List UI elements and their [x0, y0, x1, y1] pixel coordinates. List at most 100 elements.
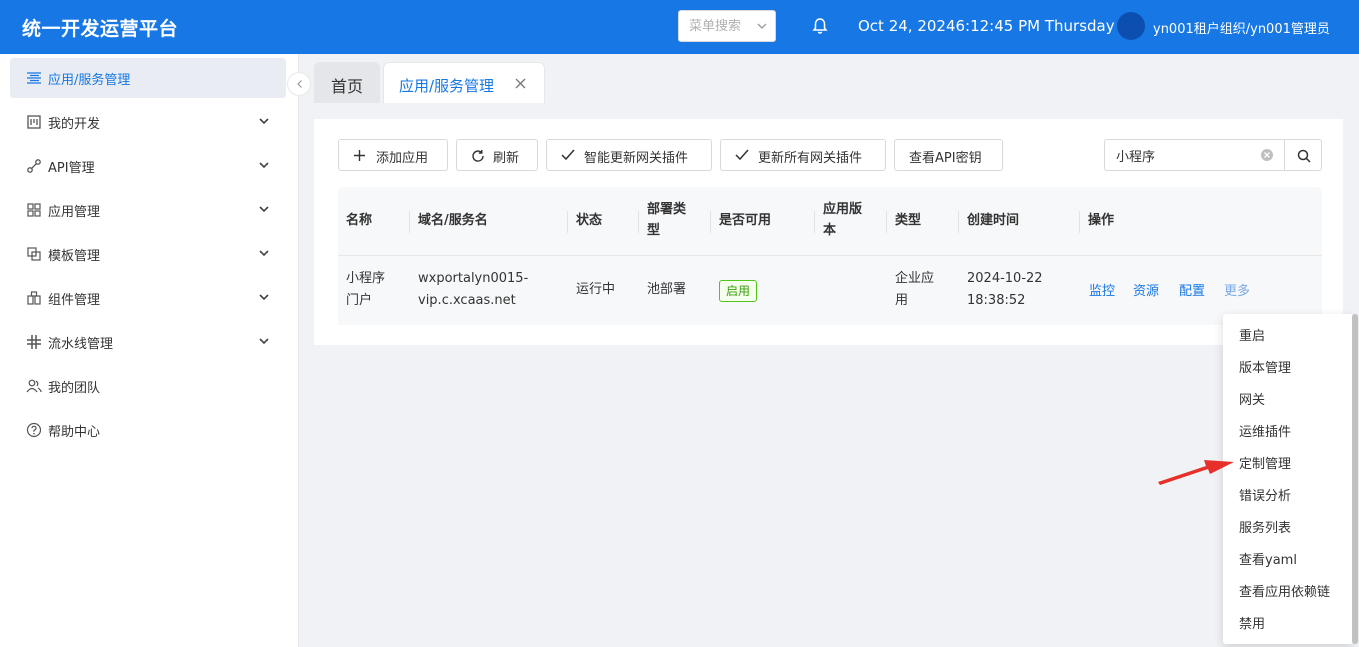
refresh-icon — [472, 150, 484, 162]
bell-icon[interactable] — [812, 17, 828, 35]
add-app-label: 添加应用 — [376, 151, 429, 166]
sidebar-item-label: 我的团队 — [48, 381, 101, 396]
check-icon — [561, 149, 575, 161]
chevron-down-icon — [259, 206, 269, 213]
menu-item-view-yaml[interactable]: 查看yaml — [1239, 549, 1297, 568]
sidebar-item-app-mgmt[interactable]: 应用管理 — [10, 190, 286, 230]
sidebar-item-help[interactable]: 帮助中心 — [10, 410, 286, 450]
tab-home[interactable]: 首页 — [314, 62, 380, 103]
scrollbar[interactable] — [1352, 314, 1358, 644]
chevron-left-icon — [297, 80, 302, 88]
menu-item-restart[interactable]: 重启 — [1239, 325, 1265, 344]
resource-link[interactable]: 资源 — [1133, 280, 1159, 299]
search-button[interactable] — [1284, 139, 1322, 171]
menu-item-version-mgmt[interactable]: 版本管理 — [1239, 357, 1291, 376]
menu-item-ops-plugin[interactable]: 运维插件 — [1239, 421, 1291, 440]
tab-app-service[interactable]: 应用/服务管理 — [383, 62, 545, 103]
apps-table: 名称 域名/服务名 状态 部署类型 是否可用 应用版本 类型 创建时间 操作 小… — [338, 187, 1322, 325]
menu-item-custom-mgmt[interactable]: 定制管理 — [1239, 453, 1291, 472]
chevron-down-icon — [757, 23, 767, 29]
col-header-created: 创建时间 — [967, 213, 1020, 228]
sidebar-item-api[interactable]: API管理 — [10, 146, 286, 186]
menu-search-input[interactable] — [679, 11, 757, 41]
sidebar-item-component[interactable]: 组件管理 — [10, 278, 286, 318]
column-divider — [710, 211, 711, 233]
api-key-label: 查看API密钥 — [909, 151, 982, 166]
cell-created-time: 18:38:52 — [967, 293, 1026, 308]
cell-domain-line2: vip.c.xcaas.net — [418, 293, 516, 308]
col-header-version: 应用版本 — [823, 202, 863, 238]
menu-item-service-list[interactable]: 服务列表 — [1239, 517, 1291, 536]
more-actions-menu: 重启 版本管理 网关 运维插件 定制管理 错误分析 服务列表 查看yaml 查看… — [1223, 314, 1353, 644]
sidebar-item-label: 流水线管理 — [48, 337, 114, 352]
sidebar-item-label: 我的开发 — [48, 117, 101, 132]
col-header-ops: 操作 — [1088, 213, 1115, 228]
add-app-button[interactable]: 添加应用 — [338, 139, 448, 171]
menu-search-select[interactable] — [678, 10, 776, 42]
sidebar-item-my-dev[interactable]: 我的开发 — [10, 102, 286, 142]
menu-item-disable[interactable]: 禁用 — [1239, 613, 1265, 632]
dev-icon — [27, 115, 41, 129]
table-header: 名称 域名/服务名 状态 部署类型 是否可用 应用版本 类型 创建时间 操作 — [338, 187, 1322, 255]
user-account[interactable]: yn001租户组织/yn001管理员 — [1153, 18, 1330, 37]
monitor-link[interactable]: 监控 — [1089, 280, 1115, 299]
table-row: 小程序门户 wxportalyn0015- vip.c.xcaas.net 运行… — [338, 255, 1322, 325]
sidebar-item-pipeline[interactable]: 流水线管理 — [10, 322, 286, 362]
check-icon — [735, 149, 749, 161]
chevron-down-icon — [259, 118, 269, 125]
smart-update-label: 智能更新网关插件 — [584, 151, 689, 166]
column-divider — [1079, 211, 1080, 233]
menu-item-error-analysis[interactable]: 错误分析 — [1239, 485, 1291, 504]
pipeline-icon — [27, 335, 41, 349]
config-link[interactable]: 配置 — [1179, 280, 1205, 299]
cell-name: 小程序门户 — [346, 271, 386, 308]
cell-type: 企业应用 — [895, 271, 935, 308]
update-all-label: 更新所有网关插件 — [758, 151, 863, 166]
template-icon — [27, 247, 41, 261]
search-field[interactable] — [1104, 139, 1285, 171]
column-divider — [567, 211, 568, 233]
smart-update-plugin-button[interactable]: 智能更新网关插件 — [546, 139, 712, 171]
cell-created-date: 2024-10-22 — [967, 271, 1043, 286]
column-divider — [814, 211, 815, 233]
view-api-key-button[interactable]: 查看API密钥 — [894, 139, 1003, 171]
close-icon[interactable] — [515, 78, 526, 89]
list-icon — [27, 72, 41, 84]
grid-icon — [27, 203, 41, 217]
sidebar-item-team[interactable]: 我的团队 — [10, 366, 286, 406]
clear-icon[interactable] — [1260, 148, 1274, 162]
col-header-deploy-type: 部署类型 — [647, 202, 687, 238]
menu-item-gateway[interactable]: 网关 — [1239, 389, 1265, 408]
sidebar-item-label: 帮助中心 — [48, 425, 101, 440]
search-icon — [1297, 149, 1311, 163]
chevron-down-icon — [259, 250, 269, 257]
sidebar-item-label: 组件管理 — [48, 293, 101, 308]
chevron-down-icon — [259, 338, 269, 345]
sidebar-collapse-button[interactable] — [287, 72, 311, 96]
cell-status: 运行中 — [576, 282, 616, 297]
chevron-down-icon — [259, 162, 269, 169]
sidebar-item-label: 应用/服务管理 — [48, 73, 131, 88]
cell-domain-line1: wxportalyn0015- — [418, 271, 529, 286]
team-icon — [26, 379, 42, 393]
more-link[interactable]: 更多 — [1224, 280, 1250, 299]
search-input[interactable] — [1105, 140, 1255, 170]
avatar[interactable] — [1117, 12, 1145, 40]
brand-title: 统一开发运营平台 — [22, 18, 179, 40]
top-header: 统一开发运营平台 Oct 24, 20246:12:45 PM Thursday… — [0, 0, 1359, 54]
refresh-label: 刷新 — [493, 151, 520, 166]
datetime-display: Oct 24, 20246:12:45 PM Thursday — [858, 17, 1115, 35]
refresh-button[interactable]: 刷新 — [456, 139, 538, 171]
col-header-name: 名称 — [346, 213, 373, 228]
component-icon — [27, 291, 41, 305]
column-divider — [638, 211, 639, 233]
sidebar-item-template[interactable]: 模板管理 — [10, 234, 286, 274]
col-header-enabled: 是否可用 — [719, 213, 772, 228]
sidebar-item-label: 模板管理 — [48, 249, 101, 264]
tab-label: 应用/服务管理 — [399, 77, 495, 95]
col-header-domain: 域名/服务名 — [418, 213, 488, 228]
update-all-plugins-button[interactable]: 更新所有网关插件 — [720, 139, 886, 171]
sidebar-item-app-service[interactable]: 应用/服务管理 — [10, 58, 286, 98]
menu-item-dependency-chain[interactable]: 查看应用依赖链 — [1239, 581, 1330, 600]
main-panel: 添加应用 刷新 智能更新网关插件 更新所有网关插件 查看API密钥 名称 域名/… — [314, 119, 1343, 345]
